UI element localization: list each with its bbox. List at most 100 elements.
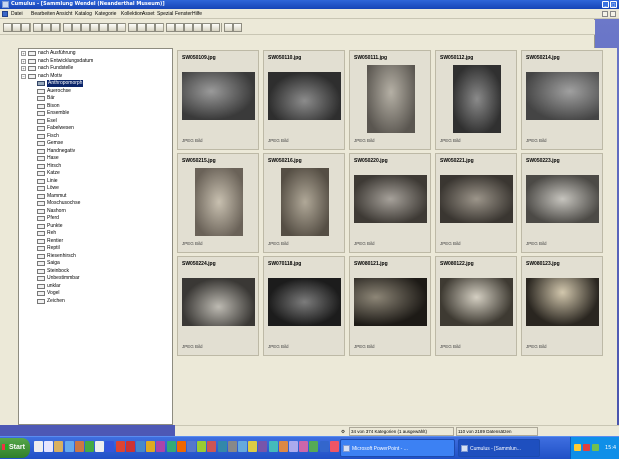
quick-launch-icon[interactable]: [146, 441, 156, 452]
maximize-button[interactable]: □: [610, 1, 617, 8]
tree-item-pferd[interactable]: Pferd: [37, 215, 167, 222]
quick-launch-icon[interactable]: [64, 441, 74, 452]
tree-item-unbestimmbar[interactable]: Unbestimmbar: [37, 275, 167, 282]
save-icon[interactable]: [21, 23, 30, 32]
thumbnail-card[interactable]: SW050111.jpg JPEG Bild: [349, 50, 431, 150]
info-icon[interactable]: [233, 23, 242, 32]
thumbnail-image[interactable]: [281, 168, 329, 236]
menu-katalog[interactable]: Katalog: [75, 9, 92, 19]
quick-launch-icon[interactable]: [125, 441, 135, 452]
tree-item-linie[interactable]: Linie: [37, 178, 167, 185]
quick-launch-icon[interactable]: [319, 441, 329, 452]
quick-launch-icon[interactable]: [54, 441, 64, 452]
thumbnail-card[interactable]: SW080123.jpg JPEG Bild: [521, 256, 603, 356]
rotate-icon[interactable]: [184, 23, 193, 32]
expander-icon[interactable]: −: [21, 73, 26, 79]
tree-item-zeichen[interactable]: Zeichen: [37, 298, 167, 305]
find-icon[interactable]: [146, 23, 155, 32]
quick-launch-icon[interactable]: [34, 441, 43, 452]
thumbnail-image[interactable]: [354, 175, 427, 223]
quick-launch-icon[interactable]: [309, 441, 319, 452]
quick-launch-icon[interactable]: [238, 441, 247, 452]
quick-launch-icon[interactable]: [85, 441, 94, 452]
thumbnail-card[interactable]: SW050223.jpg JPEG Bild: [521, 153, 603, 253]
thumbnail-card[interactable]: SW080122.jpg JPEG Bild: [435, 256, 517, 356]
quick-launch-icon[interactable]: [207, 441, 217, 452]
thumbnail-card[interactable]: SW070118.jpg JPEG Bild: [263, 256, 345, 356]
thumbnail-image[interactable]: [526, 278, 599, 326]
quick-launch-icon[interactable]: [278, 441, 288, 452]
thumbnail-image[interactable]: [440, 278, 513, 326]
tree-item-handnegativ[interactable]: Handnegativ: [37, 148, 167, 155]
tree-item-ensemble[interactable]: Ensemble: [37, 110, 167, 117]
tree-item-hase[interactable]: Hase: [37, 155, 167, 162]
print-icon[interactable]: [137, 23, 146, 32]
thumbnail-image[interactable]: [453, 65, 501, 133]
menu-bearbeiten[interactable]: Bearbeiten: [31, 9, 55, 19]
category-tree[interactable]: + nach Ausführung + nach Entwicklungsdatum +…: [18, 48, 173, 425]
thumbnail-card[interactable]: SW050110.jpg JPEG Bild: [263, 50, 345, 150]
thumbnail-image[interactable]: [354, 278, 427, 326]
start-button[interactable]: Start: [0, 438, 30, 458]
thumbnail-image[interactable]: [367, 65, 415, 133]
cut-icon[interactable]: [33, 23, 42, 32]
tree-item-gemse[interactable]: Gemse: [37, 140, 167, 147]
task-powerpoint[interactable]: Microsoft PowerPoint - ...: [340, 439, 455, 457]
quick-launch-icon[interactable]: [329, 441, 339, 452]
quick-launch-icon[interactable]: [187, 441, 196, 452]
tree-item-punkte[interactable]: Punkte: [37, 223, 167, 230]
expander-icon[interactable]: +: [21, 58, 26, 64]
tree-item-fisch[interactable]: Fisch: [37, 133, 167, 140]
expander-icon[interactable]: +: [21, 51, 26, 56]
tree-item-katze[interactable]: Katze: [37, 170, 167, 177]
menu-asset[interactable]: Asset: [142, 9, 155, 19]
quick-launch-icon[interactable]: [289, 441, 298, 452]
close-icon[interactable]: [610, 11, 616, 17]
view-grid-icon[interactable]: [90, 23, 99, 32]
tree-root-item[interactable]: + nach Entwicklungsdatum: [21, 58, 171, 65]
tools-icon[interactable]: [202, 23, 211, 32]
view-detail-icon[interactable]: [81, 23, 90, 32]
tree-item-fabelwesen[interactable]: Fabelwesen: [37, 125, 167, 132]
thumbnail-image[interactable]: [182, 72, 255, 120]
help-icon[interactable]: [224, 23, 233, 32]
tree-item-rentier[interactable]: Rentier: [37, 238, 167, 245]
open-icon[interactable]: [12, 23, 21, 32]
tree-item-esel[interactable]: Esel: [37, 118, 167, 125]
preview-icon[interactable]: [166, 23, 175, 32]
restore-icon[interactable]: [602, 11, 608, 17]
quick-launch-icon[interactable]: [136, 441, 145, 452]
sort-desc-icon[interactable]: [108, 23, 117, 32]
quick-launch-icon[interactable]: [95, 441, 105, 452]
refresh-icon[interactable]: [193, 23, 202, 32]
menu-hilfe[interactable]: Hilfe: [192, 9, 202, 19]
view-thumb-icon[interactable]: [72, 23, 81, 32]
thumbnail-card[interactable]: SW080121.jpg JPEG Bild: [349, 256, 431, 356]
quick-launch-icon[interactable]: [258, 441, 268, 452]
options-icon[interactable]: [211, 23, 220, 32]
tree-item-hirsch[interactable]: Hirsch: [37, 163, 167, 170]
thumbnail-image[interactable]: [195, 168, 243, 236]
tree-item-reptil[interactable]: Reptil: [37, 245, 167, 252]
task-cumulus[interactable]: Cumulus - [Sammlun...: [458, 439, 540, 457]
tray-icon-security[interactable]: [583, 444, 590, 451]
quick-launch-icon[interactable]: [166, 441, 176, 452]
thumbnail-image[interactable]: [526, 175, 599, 223]
tree-item-l-we[interactable]: Löwe: [37, 185, 167, 192]
tree-item-saiga[interactable]: Saiga: [37, 260, 167, 267]
thumbnail-card[interactable]: SW050215.jpg JPEG Bild: [177, 153, 259, 253]
copy-icon[interactable]: [42, 23, 51, 32]
view-list-icon[interactable]: [63, 23, 72, 32]
thumbnail-card[interactable]: SW050224.jpg JPEG Bild: [177, 256, 259, 356]
thumbnail-image[interactable]: [268, 278, 341, 326]
minimize-button[interactable]: _: [602, 1, 609, 8]
thumbnail-card[interactable]: SW050220.jpg JPEG Bild: [349, 153, 431, 253]
thumbnail-card[interactable]: SW050216.jpg JPEG Bild: [263, 153, 345, 253]
quick-launch-icon[interactable]: [268, 441, 278, 452]
slideshow-icon[interactable]: [175, 23, 184, 32]
tree-item-nashorn[interactable]: Nashorn: [37, 208, 167, 215]
quick-launch-icon[interactable]: [176, 441, 186, 452]
tree-root-item[interactable]: − nach Motiv: [21, 73, 171, 80]
tree-item-bison[interactable]: Bison: [37, 103, 167, 110]
tree-item-auerochse[interactable]: Auerochse: [37, 88, 167, 95]
